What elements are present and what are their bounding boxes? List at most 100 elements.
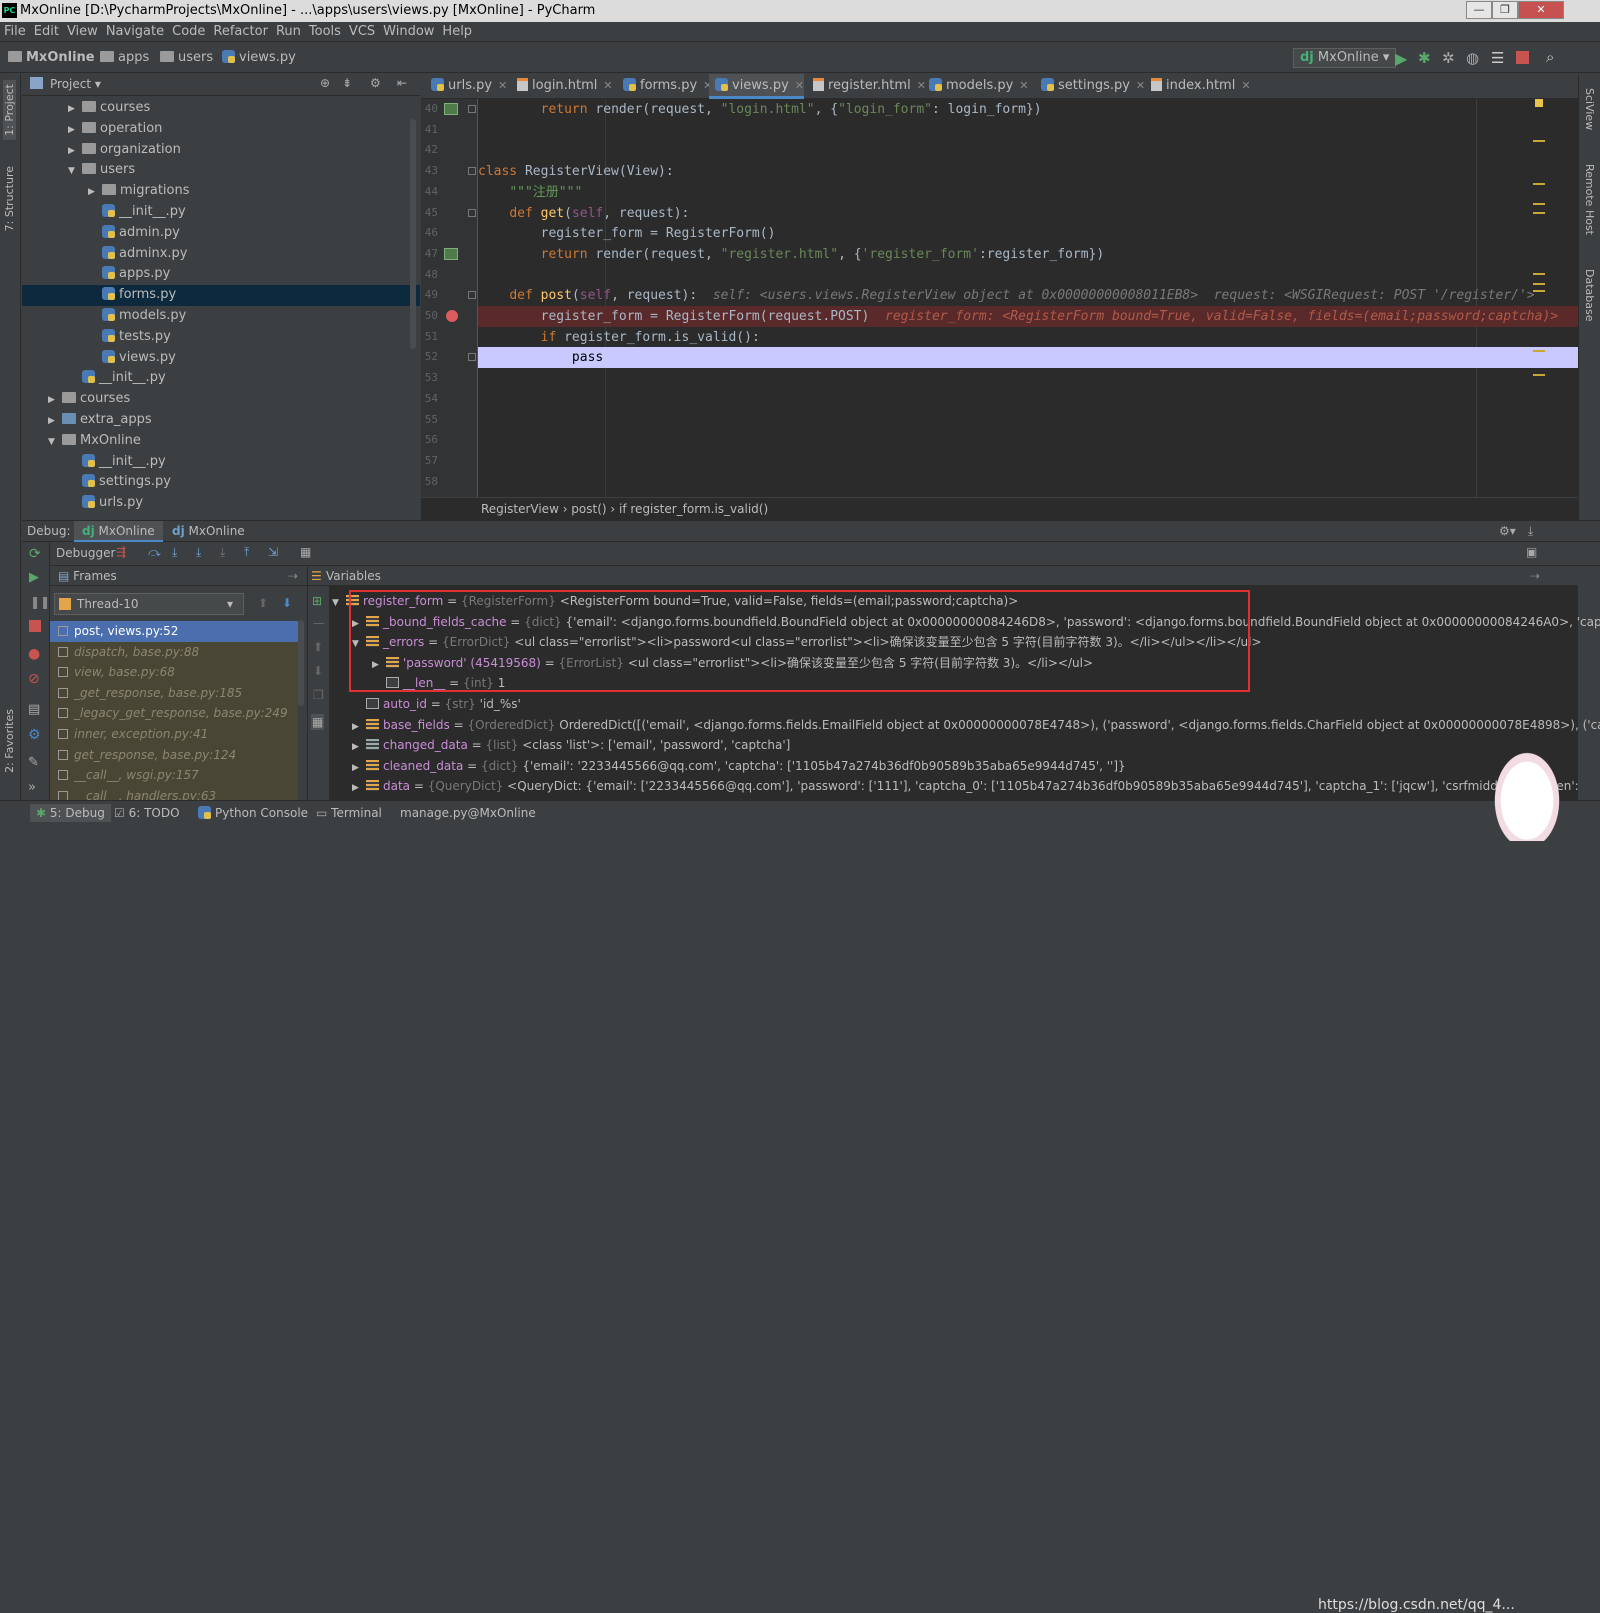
hide-panel-icon[interactable]: ⇤ bbox=[397, 76, 407, 90]
expand-arrow-icon[interactable]: ▼ bbox=[48, 432, 62, 453]
favorites-tool-tab[interactable]: 2: Favorites bbox=[3, 709, 16, 773]
tree-item[interactable]: ▶ organization bbox=[22, 140, 420, 161]
debug-session-tab[interactable]: dj MxOnline bbox=[166, 521, 251, 541]
profile-icon[interactable]: ◍ bbox=[1466, 49, 1479, 67]
debug-icon[interactable]: ✱ bbox=[1418, 49, 1431, 67]
code-line[interactable] bbox=[478, 368, 1578, 389]
variable-row[interactable]: ▶ data = {QueryDict} <QueryDict: {'email'… bbox=[352, 776, 1600, 797]
tree-item[interactable]: __init__.py bbox=[22, 368, 420, 389]
tree-item[interactable]: tests.py bbox=[22, 327, 420, 348]
expand-arrow-icon[interactable]: ▶ bbox=[48, 390, 62, 411]
code-line[interactable] bbox=[478, 451, 1578, 472]
tree-item[interactable]: urls.py bbox=[22, 493, 420, 514]
debug-hide-icon[interactable]: ⤓ bbox=[1528, 521, 1533, 541]
rerun-icon[interactable]: ⟳ bbox=[29, 546, 41, 562]
tree-item[interactable]: ▶ migrations bbox=[22, 181, 420, 202]
build-icon[interactable]: ☰ bbox=[1491, 49, 1504, 67]
run-config-select[interactable]: dj MxOnline ▾ bbox=[1293, 48, 1397, 68]
previous-frame-icon[interactable]: ⬆ bbox=[258, 596, 268, 610]
layout-icon[interactable]: ▤ bbox=[28, 702, 40, 717]
view-breakpoints-icon[interactable]: ● bbox=[28, 646, 40, 662]
menu-tools[interactable]: Tools bbox=[305, 22, 345, 42]
stack-frame[interactable]: _get_response, base.py:185 bbox=[50, 682, 298, 704]
locate-icon[interactable]: ⊕ bbox=[320, 76, 330, 90]
editor-tab[interactable]: settings.py ✕ bbox=[1035, 74, 1145, 99]
remove-watch-icon[interactable]: — bbox=[313, 616, 325, 630]
menu-code[interactable]: Code bbox=[168, 22, 209, 42]
close-tab-icon[interactable]: ✕ bbox=[498, 79, 507, 92]
breadcrumb-project[interactable]: MxOnline bbox=[8, 50, 95, 65]
structure-tool-tab[interactable]: 7: Structure bbox=[3, 166, 16, 231]
search-icon[interactable]: ⌕ bbox=[1546, 48, 1554, 66]
breakpoint-icon[interactable] bbox=[446, 310, 458, 322]
tree-item[interactable]: apps.py bbox=[22, 264, 420, 285]
code-line[interactable] bbox=[478, 410, 1578, 431]
stack-frame[interactable]: view, base.py:68 bbox=[50, 662, 298, 683]
show-watches-icon[interactable]: ▦ bbox=[311, 714, 325, 730]
code-line[interactable]: def get(self, request): bbox=[478, 203, 1578, 224]
tree-item[interactable]: ▶ extra_apps bbox=[22, 410, 420, 431]
tree-item[interactable]: forms.py bbox=[22, 285, 420, 306]
pin-icon[interactable]: ✎ bbox=[28, 755, 39, 770]
code-line[interactable]: if register_form.is_valid(): bbox=[478, 327, 1578, 348]
code-line[interactable] bbox=[478, 265, 1578, 286]
expand-arrow-icon[interactable]: ▶ bbox=[352, 758, 366, 777]
tree-item[interactable]: ▶ operation bbox=[22, 119, 420, 140]
stack-frame[interactable]: post, views.py:52 bbox=[50, 621, 298, 642]
menu-help[interactable]: Help bbox=[438, 22, 476, 42]
settings-gear-icon[interactable]: ⚙ bbox=[370, 76, 381, 90]
step-into-icon[interactable]: ⤓ bbox=[172, 545, 177, 560]
code-line[interactable]: register_form = RegisterForm() bbox=[478, 223, 1578, 244]
collapse-icon[interactable]: ⇟ bbox=[342, 76, 352, 90]
manage-py-tool-tab[interactable]: manage.py@MxOnline bbox=[400, 804, 536, 822]
variable-row[interactable]: ▶ base_fields = {OrderedDict} OrderedDict… bbox=[352, 715, 1600, 736]
menu-vcs[interactable]: VCS bbox=[345, 22, 379, 42]
menu-window[interactable]: Window bbox=[379, 22, 438, 42]
variables-pin-icon[interactable]: ⇢ bbox=[1530, 566, 1540, 586]
editor-tab[interactable]: index.html ✕ bbox=[1145, 74, 1251, 99]
code-line[interactable]: pass bbox=[478, 347, 1578, 369]
debugger-tab[interactable]: Debugger bbox=[56, 546, 115, 560]
breadcrumb-apps[interactable]: apps bbox=[100, 50, 149, 65]
mute-breakpoints-icon[interactable]: ⊘ bbox=[28, 671, 40, 687]
template-link-icon[interactable] bbox=[444, 247, 458, 260]
tree-item[interactable]: ▼ MxOnline bbox=[22, 431, 420, 452]
tree-item[interactable]: models.py bbox=[22, 306, 420, 327]
debug-tool-tab[interactable]: ✱ 5: Debug bbox=[30, 804, 111, 822]
tree-item[interactable]: ▼ users bbox=[22, 160, 420, 181]
close-button[interactable]: ✕ bbox=[1518, 1, 1564, 19]
thread-select[interactable]: Thread-10 ▾ bbox=[54, 593, 244, 615]
editor-tab[interactable]: urls.py ✕ bbox=[425, 74, 507, 99]
move-up-icon[interactable]: ⬆ bbox=[313, 640, 323, 654]
debug-settings-icon[interactable]: ⚙ bbox=[28, 727, 41, 743]
menu-navigate[interactable]: Navigate bbox=[102, 22, 168, 42]
code-line[interactable] bbox=[478, 120, 1578, 141]
close-tab-icon[interactable]: ✕ bbox=[1136, 79, 1145, 92]
expand-arrow-icon[interactable]: ▶ bbox=[352, 717, 366, 736]
fold-marker-icon[interactable] bbox=[468, 208, 476, 217]
database-tool-tab[interactable]: Database bbox=[1583, 269, 1596, 322]
show-execution-point-icon[interactable]: ⇶ bbox=[116, 545, 126, 559]
code-line[interactable]: register_form = RegisterForm(request.POS… bbox=[478, 306, 1578, 327]
expand-arrow-icon[interactable]: ▶ bbox=[88, 182, 102, 203]
project-view-select[interactable]: Project ▾ bbox=[50, 77, 101, 91]
editor-tab[interactable]: models.py ✕ bbox=[923, 74, 1029, 99]
stop-debug-icon[interactable] bbox=[29, 620, 41, 632]
minimize-button[interactable]: — bbox=[1466, 1, 1492, 19]
menu-run[interactable]: Run bbox=[272, 22, 305, 42]
fold-marker-icon[interactable] bbox=[468, 291, 476, 300]
maximize-button[interactable]: ❐ bbox=[1492, 1, 1518, 19]
tree-item[interactable]: adminx.py bbox=[22, 244, 420, 265]
code-line[interactable]: def post(self, request): self: <users.vi… bbox=[478, 285, 1578, 306]
tree-item[interactable]: settings.py bbox=[22, 472, 420, 493]
frames-pin-icon[interactable]: ⇢ bbox=[288, 566, 298, 586]
todo-tool-tab[interactable]: ☑ 6: TODO bbox=[114, 804, 180, 822]
restore-layout-icon[interactable]: ▣ bbox=[1526, 545, 1537, 559]
close-tab-icon[interactable]: ✕ bbox=[1241, 79, 1250, 92]
force-step-into-icon[interactable]: ⤓ bbox=[220, 545, 225, 560]
breadcrumb-users[interactable]: users bbox=[160, 50, 213, 65]
run-icon[interactable]: ▶ bbox=[1395, 49, 1407, 68]
fold-marker-icon[interactable] bbox=[468, 167, 476, 176]
stack-frame[interactable]: inner, exception.py:41 bbox=[50, 724, 298, 745]
tree-item[interactable]: __init__.py bbox=[22, 202, 420, 223]
